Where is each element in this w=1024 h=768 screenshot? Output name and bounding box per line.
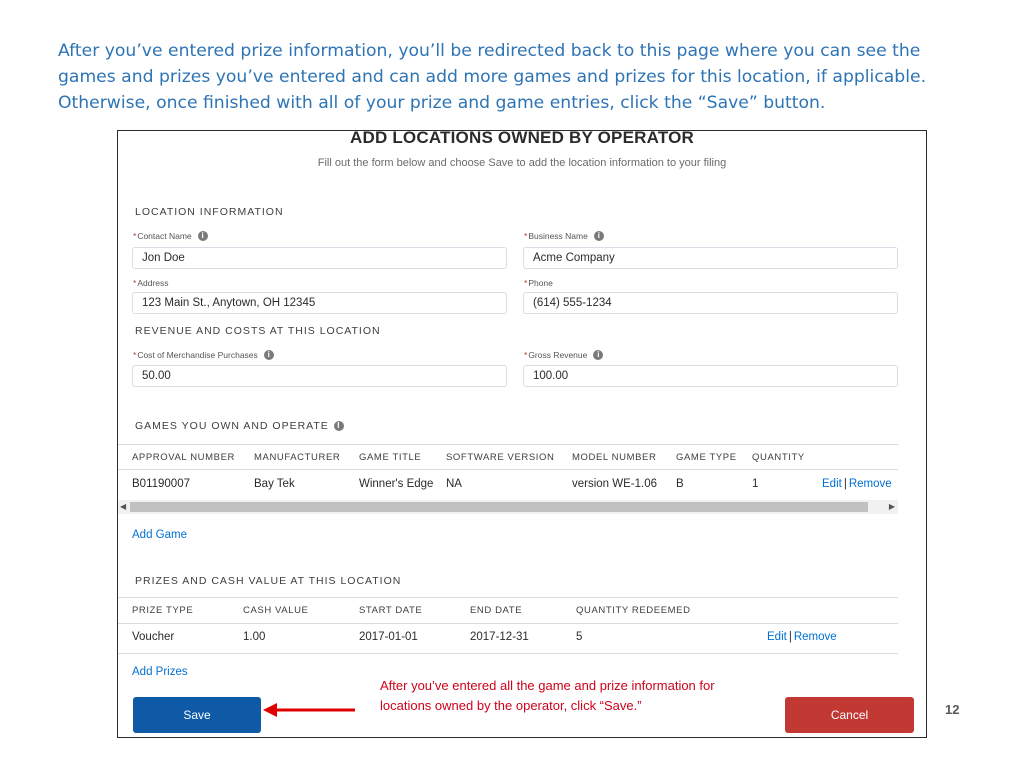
form-screenshot: ADD LOCATIONS OWNED BY OPERATOR Fill out… (117, 130, 927, 738)
scroll-right-icon[interactable]: ▶ (889, 500, 895, 514)
gross-revenue-input[interactable]: 100.00 (523, 365, 898, 387)
separator: | (788, 631, 792, 643)
add-game-link[interactable]: Add Game (132, 529, 187, 541)
cost-label: * Cost of Merchandise Purchases i (133, 350, 274, 360)
scroll-thumb[interactable] (130, 502, 868, 512)
info-icon[interactable]: i (593, 350, 604, 360)
page-number: 12 (945, 702, 960, 717)
intro-text: After you’ve entered prize information, … (58, 41, 927, 113)
games-heading-text: GAMES YOU OWN AND OPERATE (135, 420, 329, 432)
contact-name-label-text: Contact Name (137, 231, 192, 241)
address-input[interactable]: 123 Main St., Anytown, OH 12345 (132, 292, 507, 314)
game-approval-number: B01190007 (132, 478, 190, 490)
required-asterisk: * (133, 278, 137, 288)
info-icon[interactable]: i (197, 231, 208, 241)
separator: | (843, 478, 847, 490)
gross-revenue-label: * Gross Revenue i (524, 350, 604, 360)
cancel-button[interactable]: Cancel (785, 697, 914, 733)
col-approval-number: APPROVAL NUMBER (132, 452, 235, 463)
col-software-version: SOFTWARE VERSION (446, 452, 555, 463)
cost-input[interactable]: 50.00 (132, 365, 507, 387)
info-icon[interactable]: i (263, 350, 274, 360)
business-name-label-text: Business Name (528, 231, 588, 241)
prizes-heading: PRIZES AND CASH VALUE AT THIS LOCATION (135, 575, 402, 587)
col-end-date: END DATE (470, 605, 523, 616)
revenue-heading: REVENUE AND COSTS AT THIS LOCATION (135, 325, 381, 337)
prize-actions: Edit | Remove (767, 631, 837, 643)
info-icon[interactable]: i (333, 421, 344, 431)
phone-input[interactable]: (614) 555-1234 (523, 292, 898, 314)
col-cash-value: CASH VALUE (243, 605, 309, 616)
required-asterisk: * (133, 350, 137, 360)
game-manufacturer: Bay Tek (254, 478, 295, 490)
prize-start-date: 2017-01-01 (359, 631, 418, 643)
col-quantity: QUANTITY (752, 452, 805, 463)
info-icon[interactable]: i (593, 231, 604, 241)
col-start-date: START DATE (359, 605, 423, 616)
horizontal-scrollbar[interactable]: ◀ ▶ (118, 500, 898, 514)
form-title: ADD LOCATIONS OWNED BY OPERATOR (349, 130, 694, 147)
game-model-number: version WE-1.06 (572, 478, 658, 490)
col-manufacturer: MANUFACTURER (254, 452, 341, 463)
contact-name-input[interactable]: Jon Doe (132, 247, 507, 269)
divider (118, 444, 898, 445)
address-label: * Address (133, 278, 169, 288)
location-heading: LOCATION INFORMATION (135, 206, 284, 218)
annotation-callout: After you’ve entered all the game and pr… (380, 678, 715, 713)
prize-type: Voucher (132, 631, 175, 643)
required-asterisk: * (524, 278, 528, 288)
divider (118, 623, 898, 624)
divider (118, 469, 898, 470)
game-type: B (676, 478, 684, 490)
add-prizes-link[interactable]: Add Prizes (132, 666, 188, 678)
game-remove-link[interactable]: Remove (849, 478, 892, 490)
col-quantity-redeemed: QUANTITY REDEEMED (576, 605, 691, 616)
col-model-number: MODEL NUMBER (572, 452, 657, 463)
prize-remove-link[interactable]: Remove (794, 631, 837, 643)
prize-quantity-redeemed: 5 (576, 631, 583, 643)
phone-label-text: Phone (528, 278, 553, 288)
scroll-left-icon[interactable]: ◀ (120, 500, 126, 514)
required-asterisk: * (133, 231, 137, 241)
game-edit-link[interactable]: Edit (822, 478, 842, 490)
prize-end-date: 2017-12-31 (470, 631, 529, 643)
cost-label-text: Cost of Merchandise Purchases (137, 350, 258, 360)
game-title: Winner's Edge (359, 478, 434, 490)
phone-label: * Phone (524, 278, 553, 288)
business-name-label: * Business Name i (524, 231, 604, 241)
required-asterisk: * (524, 350, 528, 360)
business-name-input[interactable]: Acme Company (523, 247, 898, 269)
prize-cash-value: 1.00 (243, 631, 266, 643)
game-software-version: NA (446, 478, 462, 490)
game-quantity: 1 (752, 478, 759, 490)
gross-revenue-label-text: Gross Revenue (528, 350, 588, 360)
pointer-arrow-icon (263, 703, 355, 717)
col-game-type: GAME TYPE (676, 452, 737, 463)
divider (118, 597, 898, 598)
col-prize-type: PRIZE TYPE (132, 605, 194, 616)
col-game-title: GAME TITLE (359, 452, 422, 463)
form-subtitle: Fill out the form below and choose Save … (317, 157, 727, 169)
address-label-text: Address (137, 278, 169, 288)
required-asterisk: * (524, 231, 528, 241)
contact-name-label: * Contact Name i (133, 231, 208, 241)
save-button[interactable]: Save (133, 697, 261, 733)
games-heading: GAMES YOU OWN AND OPERATE i (135, 420, 344, 432)
divider (118, 653, 898, 654)
game-actions: Edit | Remove (822, 478, 892, 490)
prize-edit-link[interactable]: Edit (767, 631, 787, 643)
